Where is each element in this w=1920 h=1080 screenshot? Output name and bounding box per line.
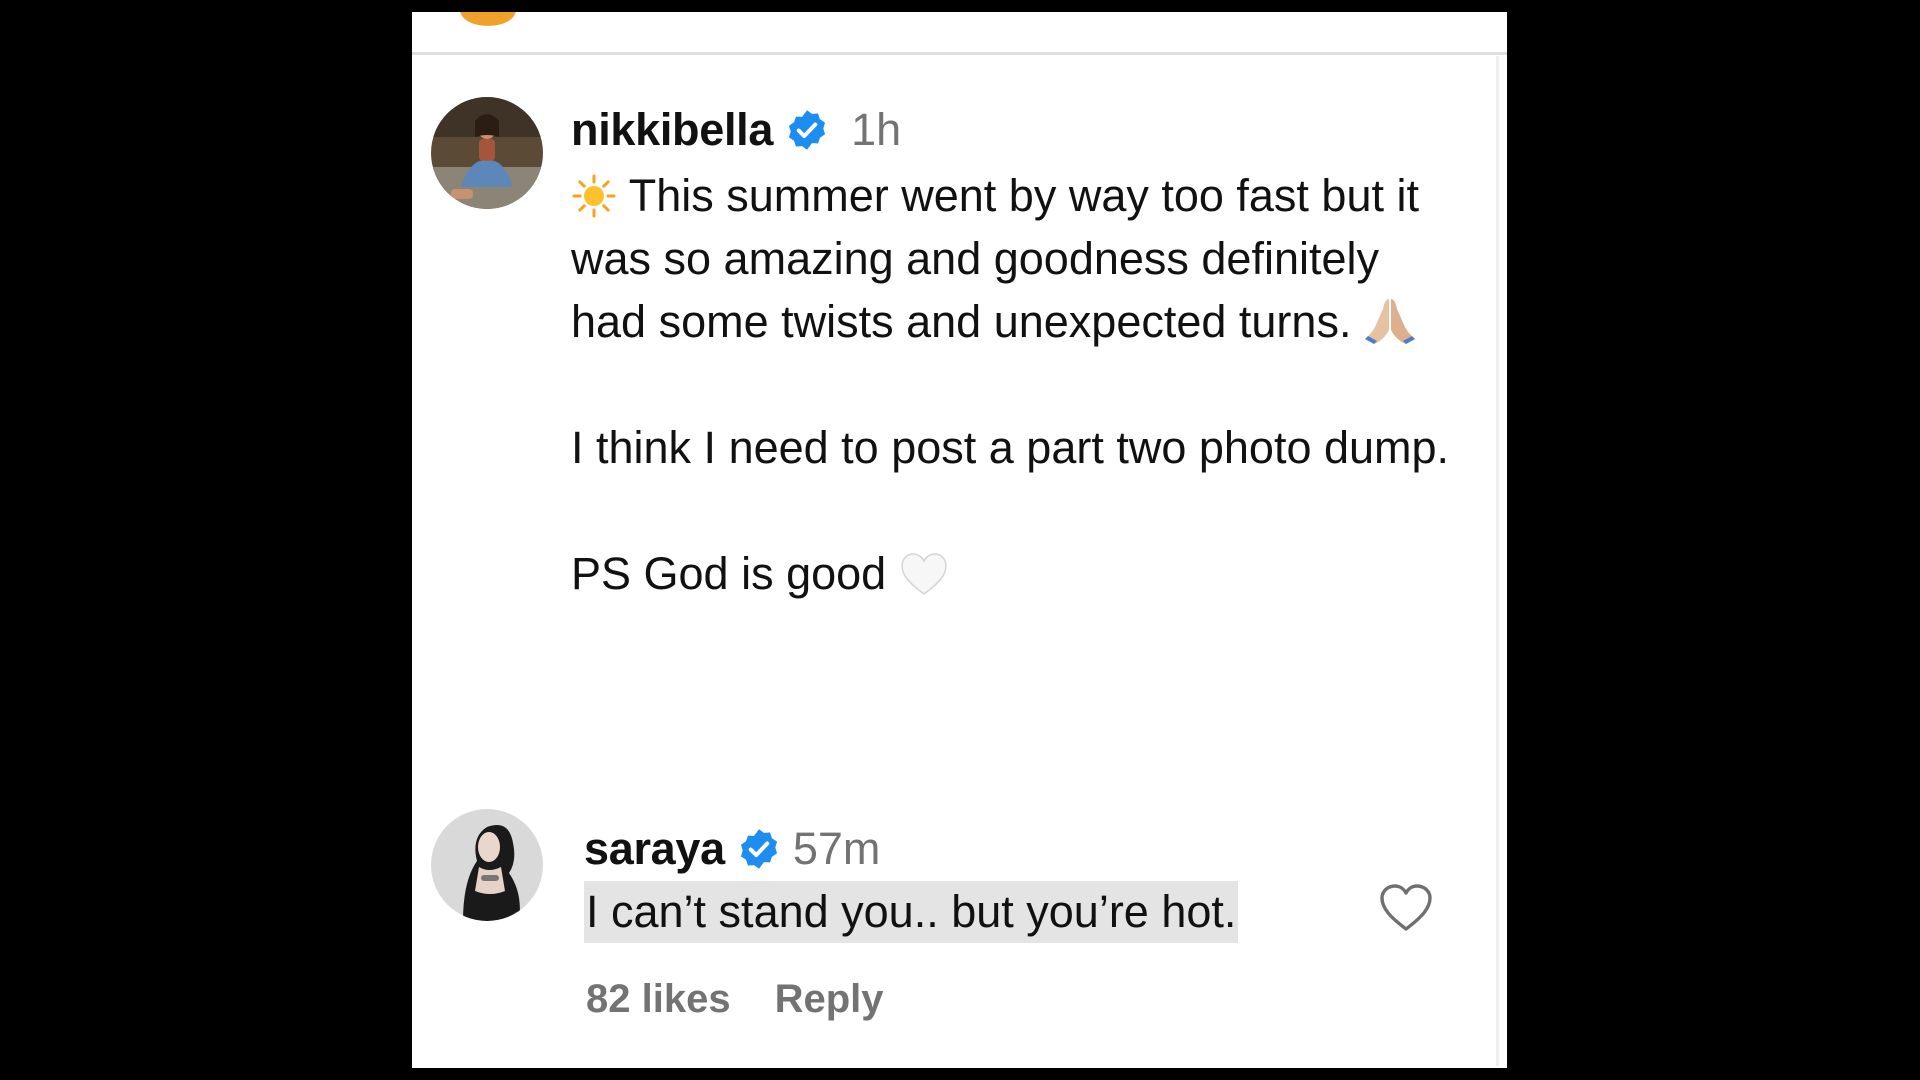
caption-header: nikkibella 1h	[571, 102, 1451, 158]
sun-icon	[571, 173, 617, 219]
comment-actions: 82 likes Reply	[586, 977, 884, 1022]
caption-paragraph: This summer went by way too fast but it …	[571, 164, 1451, 353]
caption-paragraph: I think I need to post a part two photo …	[571, 416, 1451, 479]
avatar-nikkibella[interactable]	[431, 97, 543, 209]
username[interactable]: nikkibella	[571, 104, 773, 156]
caption-text-3: PS God is good	[571, 548, 887, 599]
avatar-saraya[interactable]	[431, 809, 543, 921]
folded-hands-icon	[1364, 295, 1416, 345]
divider	[412, 52, 1507, 55]
comments-panel: nikkibella 1h This summer went by way to…	[412, 12, 1507, 1068]
comment-text: I can’t stand you.. but you’re hot.	[584, 881, 1239, 943]
caption-text-1: This summer went by way too fast but it …	[571, 170, 1419, 347]
previous-avatar[interactable]	[460, 12, 516, 26]
comment-username[interactable]: saraya	[584, 823, 725, 875]
comment-time[interactable]: 57m	[793, 823, 881, 875]
caption-text-2: I think I need to post a part two photo …	[571, 422, 1450, 473]
heart-like-icon[interactable]	[1378, 882, 1434, 934]
reply-button[interactable]: Reply	[775, 977, 884, 1022]
white-heart-icon	[899, 551, 949, 597]
post-caption: nikkibella 1h This summer went by way to…	[571, 102, 1451, 605]
likes-count[interactable]: 82 likes	[586, 977, 731, 1022]
verified-badge-icon	[737, 827, 781, 871]
comment-header: saraya 57m	[584, 819, 1444, 879]
caption-body: This summer went by way too fast but it …	[571, 164, 1451, 605]
verified-badge-icon	[785, 108, 829, 152]
scrollbar[interactable]	[1496, 56, 1499, 1066]
caption-paragraph: PS God is good	[571, 542, 1451, 605]
post-time[interactable]: 1h	[851, 104, 901, 156]
comment: saraya 57m I can’t stand you.. but you’r…	[584, 819, 1444, 943]
